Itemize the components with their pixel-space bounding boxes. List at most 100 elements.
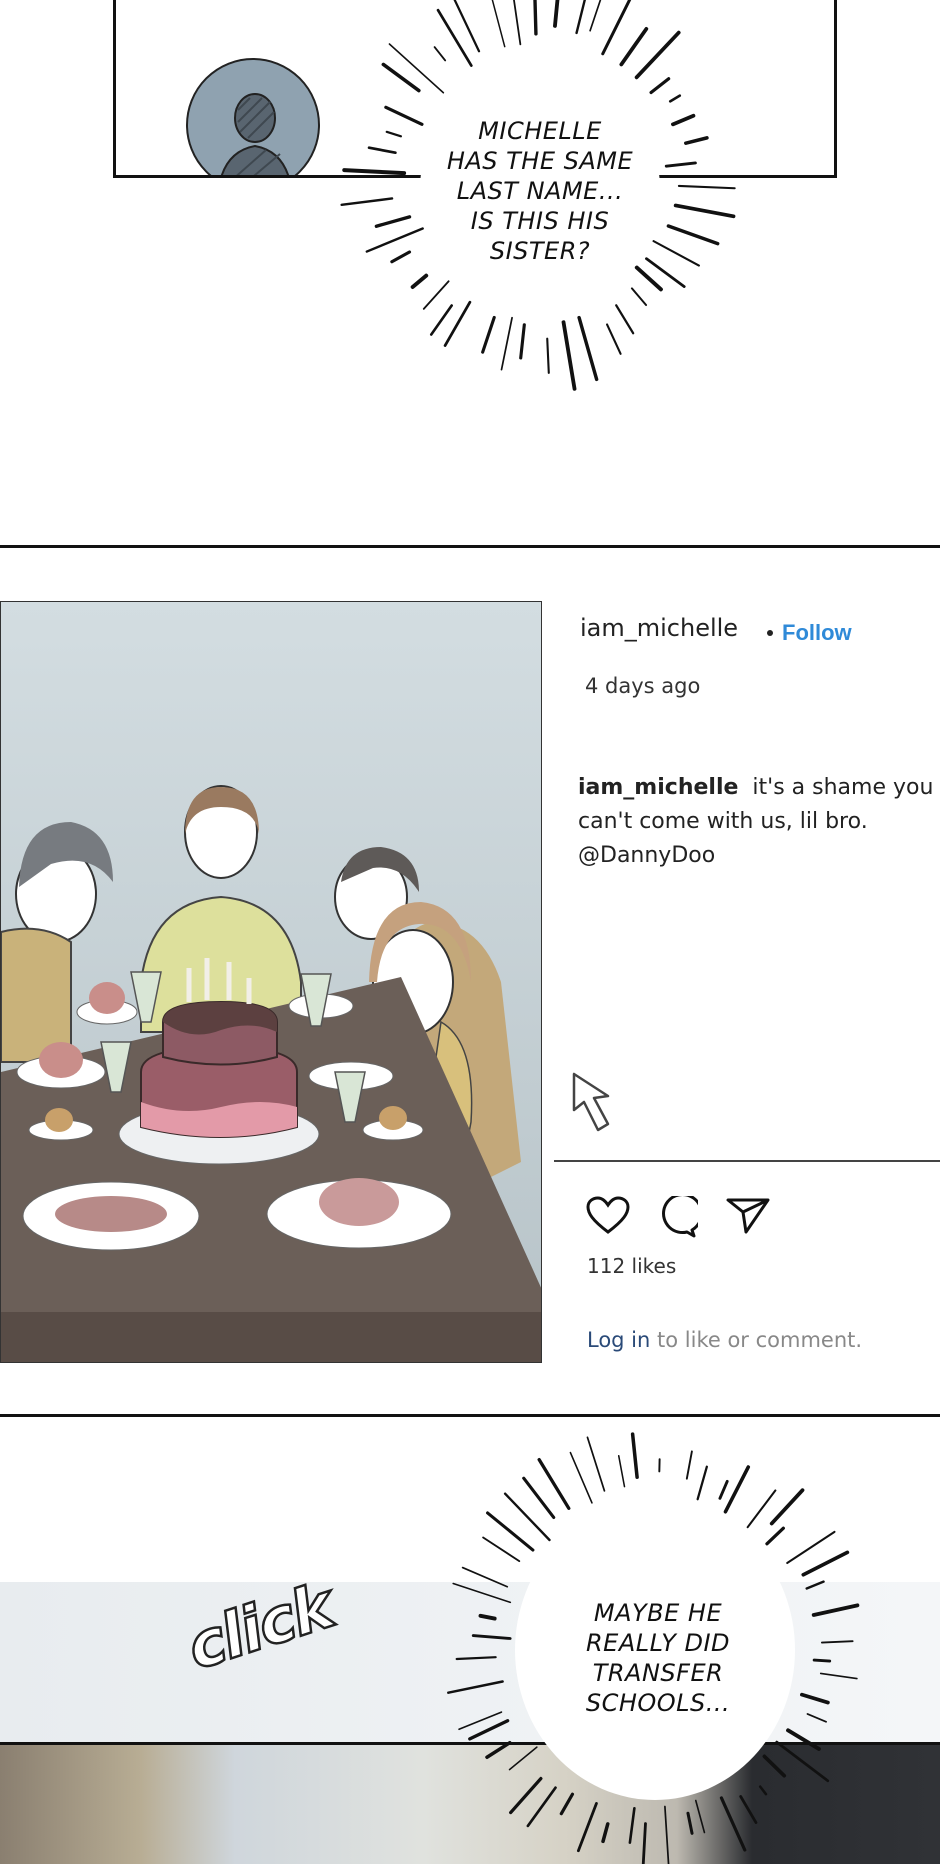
burst-ray	[576, 1802, 598, 1853]
burst-ray	[673, 203, 736, 219]
burst-ray	[668, 94, 682, 103]
burst-ray	[786, 1728, 821, 1751]
burst-ray	[471, 1634, 512, 1640]
burst-ray	[513, 0, 522, 46]
heart-icon[interactable]	[586, 1196, 630, 1236]
burst-ray	[601, 0, 632, 56]
burst-ray	[615, 304, 635, 335]
burst-ray	[491, 0, 506, 48]
burst-ray	[388, 43, 445, 94]
burst-ray	[605, 323, 622, 355]
burst-ray	[765, 1526, 785, 1546]
burst-ray	[686, 1811, 694, 1835]
post-photo	[0, 601, 542, 1363]
burst-ray	[649, 77, 671, 95]
burst-ray	[723, 1465, 751, 1514]
burst-ray	[429, 304, 453, 336]
burst-ray	[559, 1792, 575, 1816]
post-caption: iam_michelle it's a shame you can't come…	[578, 771, 938, 873]
burst-ray	[652, 240, 700, 267]
burst-ray	[819, 1672, 858, 1680]
bubble-text-top: MICHELLE HAS THE SAME LAST NAME... IS TH…	[446, 117, 634, 265]
burst-ray	[812, 1658, 832, 1663]
burst-ray	[641, 1822, 647, 1864]
burst-ray	[340, 197, 394, 207]
burst-ray	[694, 1799, 706, 1834]
burst-ray	[801, 1550, 850, 1577]
burst-ray	[374, 215, 412, 228]
burst-ray	[617, 1455, 626, 1488]
bubble-text-bottom: MAYBE HE REALLY DID TRANSFER SCHOOLS...	[585, 1599, 731, 1717]
burst-ray	[739, 1795, 758, 1824]
follow-dot	[767, 630, 773, 636]
burst-ray	[628, 1806, 636, 1844]
burst-ray	[533, 0, 538, 36]
burst-ray	[671, 113, 696, 127]
burst-ray	[422, 280, 450, 310]
burst-ray	[685, 1450, 693, 1480]
burst-ray	[526, 1786, 557, 1828]
burst-ray	[500, 316, 513, 371]
burst-ray	[619, 27, 649, 67]
burst-ray	[684, 136, 709, 145]
burst-ray	[481, 315, 496, 354]
post-username[interactable]: iam_michelle	[580, 614, 738, 642]
silhouette-avatar	[186, 58, 320, 175]
burst-ray	[634, 30, 681, 80]
panel-divider	[0, 545, 940, 548]
login-rest: to like or comment.	[657, 1328, 863, 1352]
mouse-cursor-icon	[572, 1072, 610, 1132]
burst-ray	[482, 1536, 521, 1563]
burst-ray	[811, 1603, 860, 1617]
burst-ray	[433, 46, 447, 62]
burst-ray	[800, 1692, 830, 1705]
burst-ray	[696, 1465, 708, 1501]
burst-ray	[478, 1613, 497, 1621]
burst-ray	[410, 273, 429, 289]
burst-ray	[367, 146, 397, 155]
burst-ray	[664, 1805, 670, 1864]
post-timestamp: 4 days ago	[585, 674, 701, 698]
login-link[interactable]: Log in	[587, 1328, 650, 1352]
burst-ray	[390, 250, 412, 264]
caption-username[interactable]: iam_michelle	[578, 775, 738, 800]
burst-ray	[561, 320, 577, 391]
burst-ray	[762, 1754, 787, 1778]
burst-ray	[575, 0, 586, 35]
burst-ray	[630, 1432, 639, 1479]
share-send-icon[interactable]	[726, 1196, 770, 1236]
burst-ray	[806, 1713, 827, 1723]
burst-ray	[537, 1457, 571, 1510]
burst-ray	[381, 62, 421, 93]
login-prompt: Log in to like or comment.	[587, 1328, 862, 1352]
burst-ray	[758, 1785, 768, 1796]
burst-ray	[666, 224, 720, 246]
burst-ray	[820, 1640, 854, 1644]
comment-icon[interactable]	[654, 1196, 698, 1238]
burst-ray	[385, 130, 403, 138]
burst-ray	[342, 168, 407, 176]
burst-ray	[589, 0, 602, 32]
burst-ray	[634, 265, 663, 292]
burst-ray	[384, 105, 424, 126]
burst-ray	[677, 184, 736, 190]
burst-ray	[664, 161, 697, 168]
burst-ray	[546, 337, 550, 374]
burst-ray	[786, 1530, 836, 1565]
burst-ray	[455, 1656, 497, 1661]
burst-ray	[630, 287, 648, 307]
burst-ray	[452, 1582, 512, 1604]
burst-ray	[719, 1796, 747, 1852]
burst-ray	[577, 315, 599, 382]
burst-ray	[519, 323, 526, 360]
burst-ray	[569, 1451, 593, 1504]
burst-ray	[805, 1580, 825, 1590]
burst-ray	[365, 227, 424, 253]
post-actions-divider	[554, 1160, 940, 1162]
burst-ray	[447, 1680, 504, 1694]
burst-ray	[553, 0, 560, 28]
burst-ray	[485, 1740, 512, 1759]
likes-count: 112 likes	[587, 1254, 677, 1278]
burst-ray	[522, 1476, 556, 1520]
follow-button[interactable]: Follow	[782, 620, 852, 646]
